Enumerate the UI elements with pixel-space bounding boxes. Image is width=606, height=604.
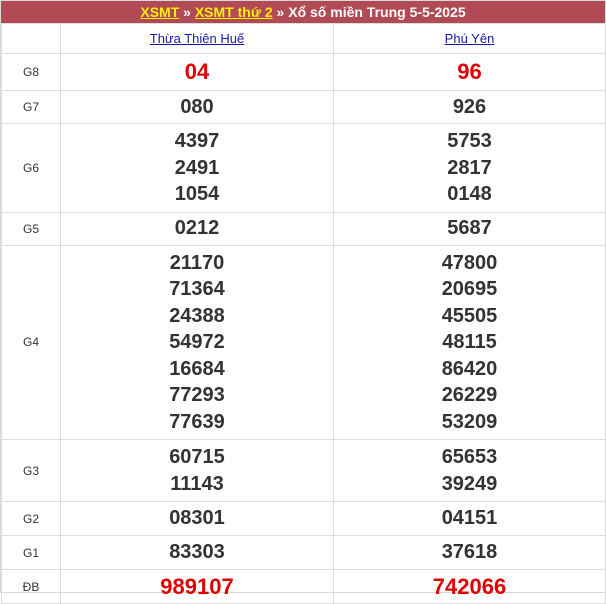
prize-number: 47800 [441, 251, 498, 274]
results-container: XSMT » XSMT thứ 2 » Xổ số miền Trung 5-5… [0, 0, 606, 604]
prize-number: 2491 [174, 156, 220, 179]
province-header: Phú Yên [333, 23, 606, 54]
prize-row: G4 21170 71364 24388 54972 16684 77293 77639 478… [1, 244, 606, 440]
prize-number: 86420 [441, 357, 498, 380]
prize-number: 989107 [160, 573, 234, 599]
prize-row: G8 04 96 [1, 53, 606, 91]
prize-cell: 04 [60, 53, 334, 91]
prize-cell: 5753 2817 0148 [333, 123, 606, 213]
prize-number: 96 [457, 58, 482, 84]
prize-number: 77293 [169, 384, 225, 406]
prize-number: 37618 [441, 541, 498, 564]
prize-label: G7 [1, 90, 61, 124]
prize-number: 04 [184, 58, 210, 84]
prize-number: 53209 [441, 410, 498, 433]
prize-label: ĐB [1, 569, 61, 604]
prize-number: 71364 [169, 278, 225, 300]
province-header: Thừa Thiên Huế [60, 23, 334, 54]
page-title: Xổ số miền Trung 5-5-2025 [288, 4, 466, 20]
prize-number: 4397 [174, 130, 220, 152]
prize-number: 16684 [169, 357, 225, 380]
xsmt-link[interactable]: XSMT [140, 4, 179, 20]
prize-cell: 989107 [60, 569, 334, 604]
prize-number: 24388 [169, 304, 225, 327]
prize-number: 11143 [170, 472, 224, 495]
prize-cell: 080 [60, 90, 334, 124]
prize-cell: 21170 71364 24388 54972 16684 77293 77639 [60, 244, 334, 440]
prize-cell: 926 [333, 90, 606, 124]
breadcrumb-separator: » [276, 4, 285, 20]
prize-cell: 37618 [333, 535, 606, 570]
prize-label: G2 [1, 501, 61, 536]
results-table: Thừa Thiên Huế Phú Yên G8 04 96 G7 080 926 G6 4… [1, 23, 606, 604]
prize-number: 39249 [441, 472, 498, 495]
prize-label: G6 [1, 123, 61, 213]
prize-row: G2 08301 04151 [1, 501, 606, 536]
prize-cell: 5687 [333, 211, 606, 246]
prize-cell: 4397 2491 1054 [60, 123, 334, 213]
prize-number: 54972 [169, 331, 225, 353]
prize-cell: 08301 [60, 501, 334, 536]
prize-row: G1 83303 37618 [1, 535, 606, 570]
breadcrumb-separator: » [183, 4, 191, 20]
prize-label: G8 [1, 53, 61, 91]
prize-row: G7 080 926 [1, 90, 606, 124]
province-link-phu-yen[interactable]: Phú Yên [445, 31, 495, 46]
prize-row: G3 60715 11143 65653 39249 [1, 439, 606, 502]
prize-row: ĐB 989107 742066 [1, 569, 606, 604]
prize-number: 2817 [447, 156, 492, 179]
prize-number: 1054 [174, 183, 220, 205]
prize-cell: 47800 20695 45505 48115 86420 26229 53209 [333, 244, 606, 440]
empty-corner-cell [1, 23, 61, 54]
prize-label: G3 [1, 439, 61, 502]
prize-rows: G8 04 96 G7 080 926 G6 4397 2491 1054 5753 2817 0148… [1, 53, 606, 604]
prize-number: 5753 [447, 130, 492, 152]
prize-number: 45505 [441, 304, 498, 327]
prize-number: 080 [180, 95, 214, 118]
prize-label: G5 [1, 211, 61, 246]
prize-row: G6 4397 2491 1054 5753 2817 0148 [1, 123, 606, 213]
xsmt-thu2-link[interactable]: XSMT thứ 2 [195, 4, 273, 20]
prize-cell: 96 [333, 53, 606, 91]
prize-number: 08301 [169, 507, 225, 530]
prize-cell: 742066 [333, 569, 606, 604]
prize-cell: 0212 [60, 211, 334, 246]
breadcrumb-header: XSMT » XSMT thứ 2 » Xổ số miền Trung 5-5… [1, 1, 605, 23]
province-link-thua-thien-hue[interactable]: Thừa Thiên Huế [150, 31, 244, 46]
province-header-row: Thừa Thiên Huế Phú Yên [1, 23, 606, 54]
prize-label: G1 [1, 535, 61, 570]
prize-row: G5 0212 5687 [1, 211, 606, 246]
prize-number: 0212 [174, 217, 220, 240]
prize-number: 26229 [441, 384, 498, 406]
prize-cell: 04151 [333, 501, 606, 536]
prize-number: 742066 [432, 573, 507, 599]
prize-number: 77639 [169, 410, 225, 433]
prize-number: 65653 [441, 446, 498, 468]
prize-number: 60715 [169, 446, 225, 468]
prize-number: 0148 [447, 183, 492, 205]
prize-number: 83303 [169, 541, 225, 564]
prize-number: 20695 [441, 278, 498, 300]
prize-number: 04151 [441, 507, 498, 530]
prize-cell: 83303 [60, 535, 334, 570]
prize-number: 5687 [447, 217, 492, 240]
prize-label: G4 [1, 244, 61, 440]
prize-number: 926 [452, 95, 487, 118]
prize-cell: 65653 39249 [333, 439, 606, 502]
prize-number: 48115 [442, 331, 497, 353]
prize-number: 21170 [169, 251, 225, 274]
prize-cell: 60715 11143 [60, 439, 334, 502]
